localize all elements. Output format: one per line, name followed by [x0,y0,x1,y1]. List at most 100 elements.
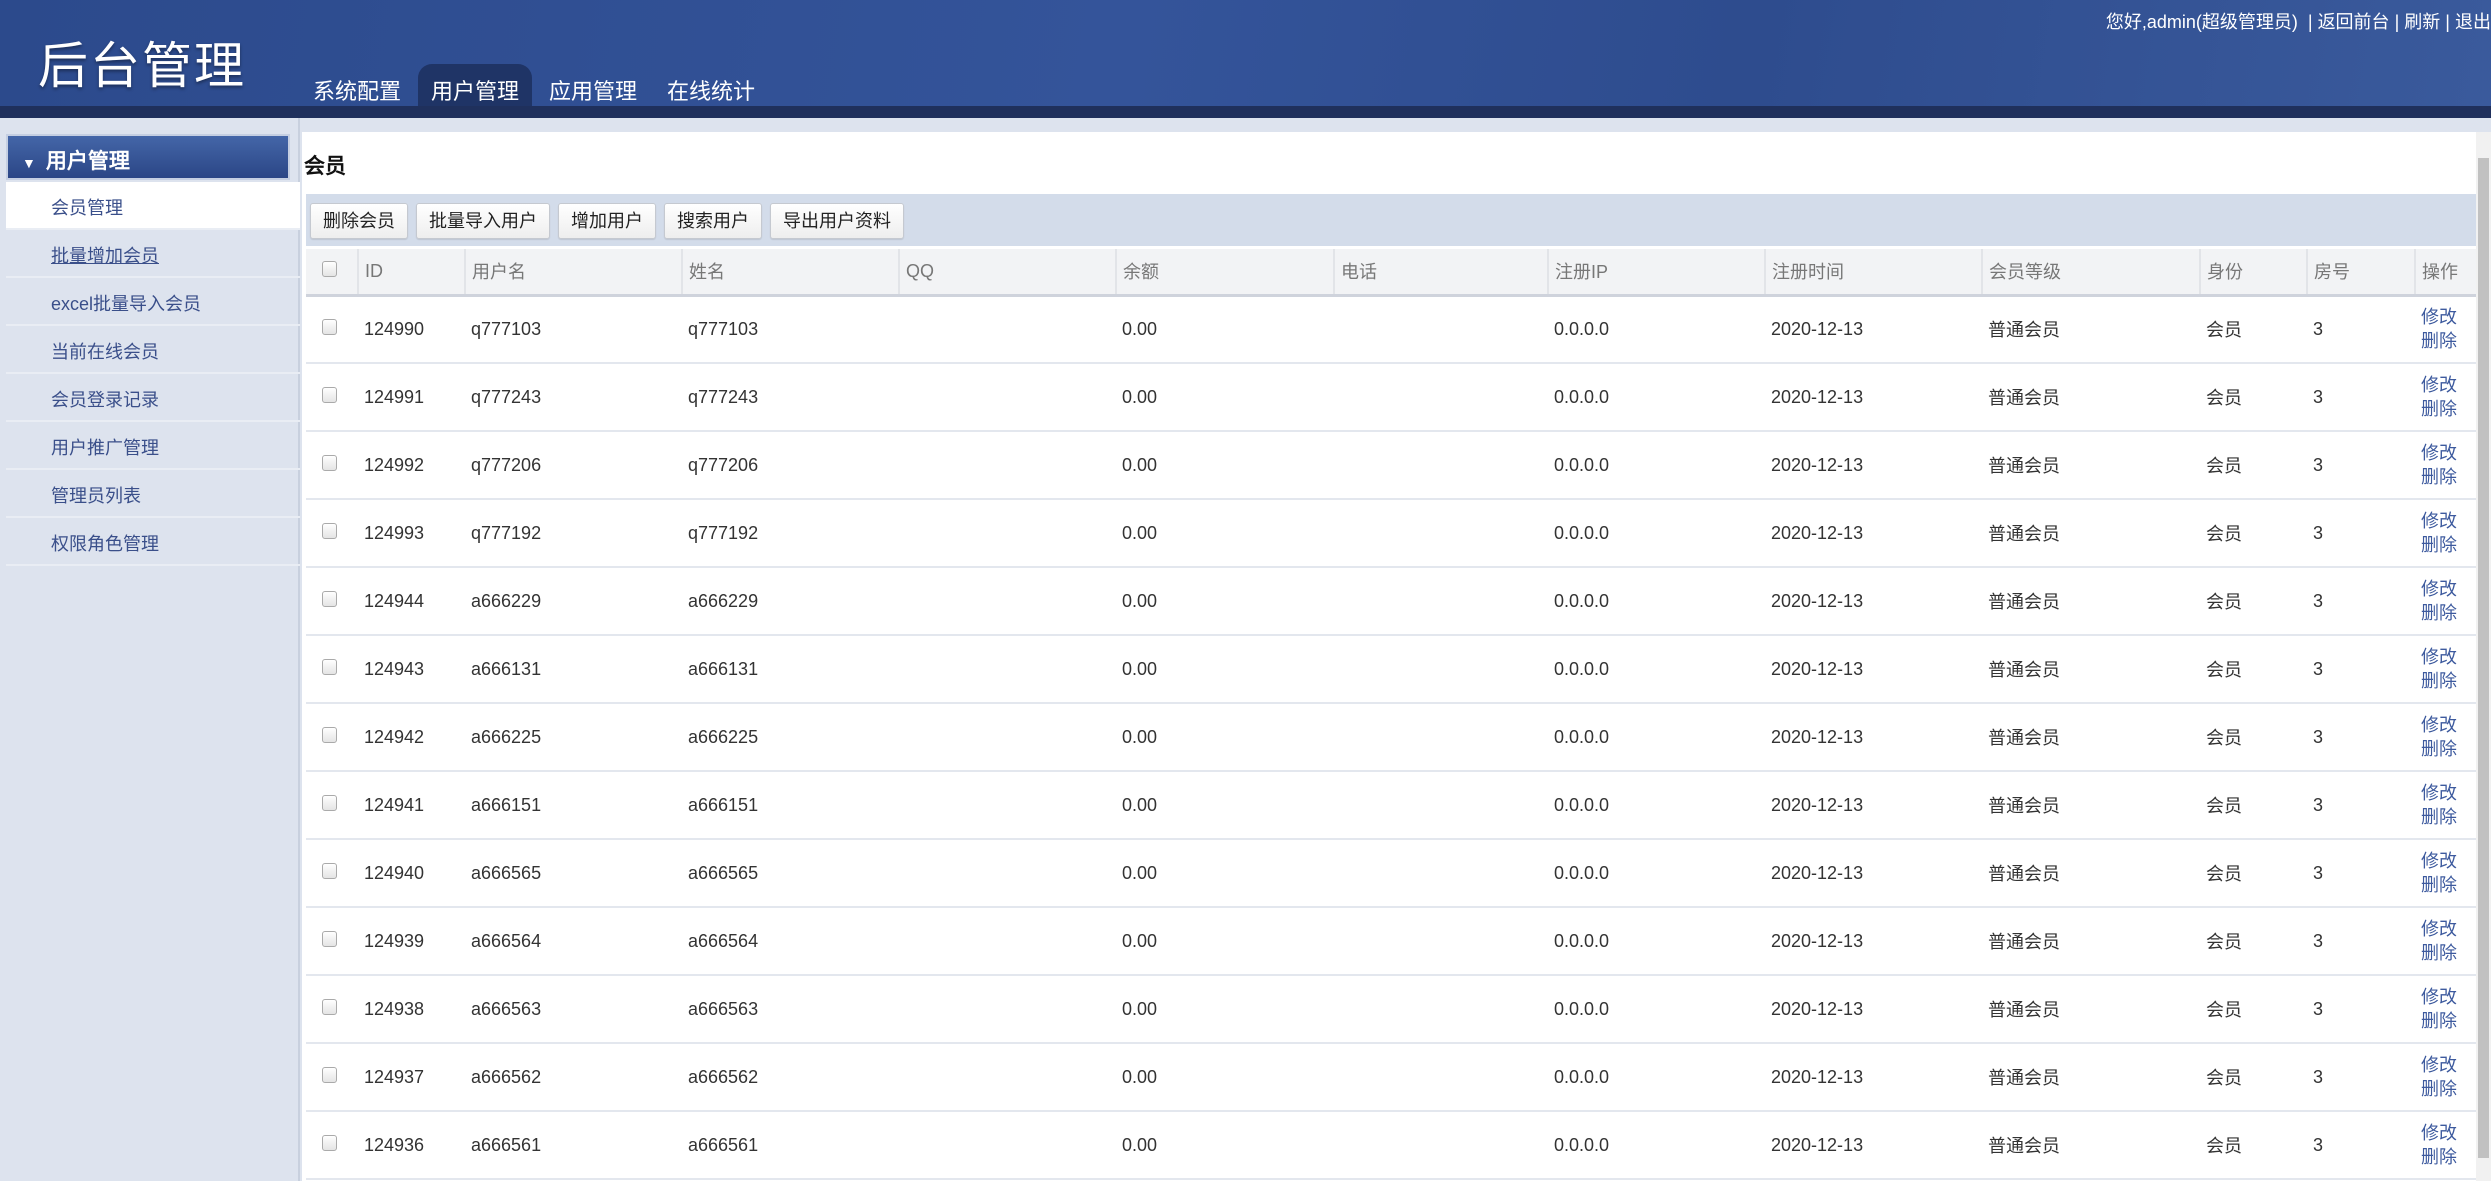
export-user-button[interactable]: 导出用户资料 [770,203,904,239]
edit-link[interactable]: 修改 [2421,509,2470,533]
sidebar-item-member-management[interactable]: 会员管理 [6,182,300,230]
sidebar-item-excel-import[interactable]: excel批量导入会员 [6,278,300,326]
refresh-link[interactable]: 刷新 [2404,12,2440,32]
cell-role[interactable]: 会员 [2200,499,2307,568]
row-checkbox[interactable] [322,386,337,403]
col-reg-time[interactable]: 注册时间 [1764,249,1982,297]
cell-level[interactable]: 普通会员 [1982,567,2200,636]
row-checkbox[interactable] [322,726,337,743]
delete-link[interactable]: 删除 [2421,1145,2470,1169]
cell-level[interactable]: 普通会员 [1982,1111,2200,1180]
row-checkbox[interactable] [322,454,337,471]
delete-link[interactable]: 删除 [2421,669,2470,693]
row-checkbox[interactable] [322,658,337,675]
row-checkbox[interactable] [322,998,337,1015]
cell-level[interactable]: 普通会员 [1982,431,2200,500]
cell-role[interactable]: 会员 [2200,975,2307,1044]
delete-link[interactable]: 删除 [2421,329,2470,353]
batch-import-button[interactable]: 批量导入用户 [416,203,550,239]
sidebar-item-promotion[interactable]: 用户推广管理 [6,422,300,470]
edit-link[interactable]: 修改 [2421,1053,2470,1077]
col-reg-ip[interactable]: 注册IP [1547,249,1765,297]
delete-link[interactable]: 删除 [2421,465,2470,489]
row-checkbox[interactable] [322,930,337,947]
row-checkbox[interactable] [322,794,337,811]
delete-link[interactable]: 删除 [2421,1009,2470,1033]
cell-level[interactable]: 普通会员 [1982,975,2200,1044]
cell-role[interactable]: 会员 [2200,703,2307,772]
col-username[interactable]: 用户名 [464,249,682,297]
col-id[interactable]: ID [357,249,465,297]
cell-level[interactable]: 普通会员 [1982,771,2200,840]
cell-level[interactable]: 普通会员 [1982,839,2200,908]
sidebar-item-roles[interactable]: 权限角色管理 [6,518,300,566]
cell-role[interactable]: 会员 [2200,1043,2307,1112]
cell-role[interactable]: 会员 [2200,839,2307,908]
delete-link[interactable]: 删除 [2421,1077,2470,1101]
nav-online-stats[interactable]: 在线统计 [654,64,768,106]
col-role[interactable]: 身份 [2199,249,2307,297]
col-room[interactable]: 房号 [2306,249,2415,297]
scrollbar[interactable] [2476,132,2491,1181]
cell-level[interactable]: 普通会员 [1982,1043,2200,1112]
sidebar-item-batch-add-members[interactable]: 批量增加会员 [6,230,300,278]
edit-link[interactable]: 修改 [2421,373,2470,397]
edit-link[interactable]: 修改 [2421,645,2470,669]
cell-role[interactable]: 会员 [2200,635,2307,704]
delete-member-button[interactable]: 删除会员 [310,203,408,239]
row-checkbox[interactable] [322,318,337,335]
edit-link[interactable]: 修改 [2421,849,2470,873]
cell-level[interactable]: 普通会员 [1982,703,2200,772]
cell-role[interactable]: 会员 [2200,363,2307,432]
row-checkbox[interactable] [322,1066,337,1083]
col-name[interactable]: 姓名 [681,249,899,297]
select-all-checkbox[interactable] [322,260,337,277]
delete-link[interactable]: 删除 [2421,601,2470,625]
cell-level[interactable]: 普通会员 [1982,499,2200,568]
sidebar-section-user-management[interactable]: ▼ 用户管理 [6,134,290,180]
delete-link[interactable]: 删除 [2421,941,2470,965]
edit-link[interactable]: 修改 [2421,917,2470,941]
edit-link[interactable]: 修改 [2421,441,2470,465]
delete-link[interactable]: 删除 [2421,533,2470,557]
cell-level[interactable]: 普通会员 [1982,363,2200,432]
row-checkbox[interactable] [322,522,337,539]
cell-level[interactable]: 普通会员 [1982,295,2200,364]
row-checkbox[interactable] [322,862,337,879]
cell-role[interactable]: 会员 [2200,567,2307,636]
sidebar-item-online-members[interactable]: 当前在线会员 [6,326,300,374]
delete-link[interactable]: 删除 [2421,873,2470,897]
edit-link[interactable]: 修改 [2421,305,2470,329]
add-user-button[interactable]: 增加用户 [558,203,656,239]
delete-link[interactable]: 删除 [2421,397,2470,421]
edit-link[interactable]: 修改 [2421,713,2470,737]
col-phone[interactable]: 电话 [1333,249,1548,297]
cell-level[interactable]: 普通会员 [1982,907,2200,976]
nav-user-management[interactable]: 用户管理 [418,64,533,106]
edit-link[interactable]: 修改 [2421,1121,2470,1145]
edit-link[interactable]: 修改 [2421,577,2470,601]
col-balance[interactable]: 余额 [1115,249,1334,297]
row-checkbox[interactable] [322,590,337,607]
row-checkbox[interactable] [322,1134,337,1151]
cell-level[interactable]: 普通会员 [1982,635,2200,704]
search-user-button[interactable]: 搜索用户 [664,203,762,239]
edit-link[interactable]: 修改 [2421,781,2470,805]
edit-link[interactable]: 修改 [2421,985,2470,1009]
delete-link[interactable]: 删除 [2421,737,2470,761]
nav-system-config[interactable]: 系统配置 [300,64,414,106]
cell-role[interactable]: 会员 [2200,431,2307,500]
sidebar-item-admin-list[interactable]: 管理员列表 [6,470,300,518]
cell-role[interactable]: 会员 [2200,295,2307,364]
cell-role[interactable]: 会员 [2200,907,2307,976]
cell-role[interactable]: 会员 [2200,771,2307,840]
sidebar-item-login-records[interactable]: 会员登录记录 [6,374,300,422]
delete-link[interactable]: 删除 [2421,805,2470,829]
logout-link[interactable]: 退出 [2455,12,2491,32]
scrollbar-thumb[interactable] [2478,158,2489,1158]
back-to-front-link[interactable]: 返回前台 [2318,12,2390,32]
cell-role[interactable]: 会员 [2200,1111,2307,1180]
col-qq[interactable]: QQ [898,249,1116,297]
nav-app-management[interactable]: 应用管理 [536,64,650,106]
col-level[interactable]: 会员等级 [1981,249,2200,297]
